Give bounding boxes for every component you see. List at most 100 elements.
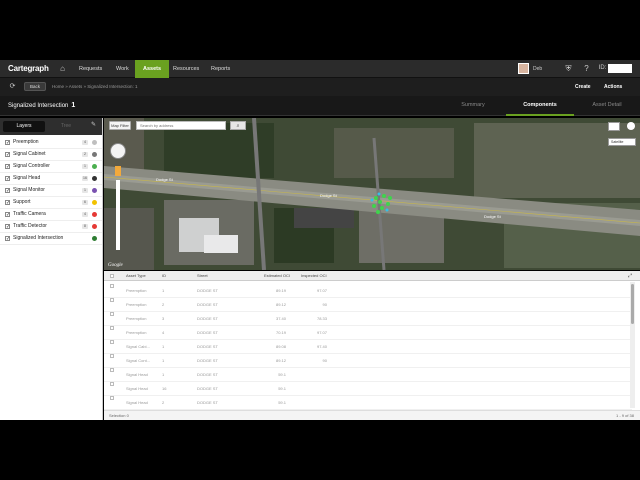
table-row[interactable]: Preemption 1 DODGE ST 89.19 97.07: [104, 284, 632, 298]
nav-requests[interactable]: Requests: [79, 60, 102, 78]
top-navbar: Cartegraph ⌂ Requests Work Assets Resour…: [0, 60, 640, 78]
back-button[interactable]: Back: [24, 82, 46, 91]
row-checkbox[interactable]: [110, 340, 114, 344]
tab-summary[interactable]: Summary: [448, 96, 498, 116]
nav-work[interactable]: Work: [116, 60, 129, 78]
app-logo[interactable]: Cartegraph: [8, 64, 49, 73]
table-cell: 59.1: [278, 372, 286, 377]
tab-layers[interactable]: Layers: [3, 121, 45, 132]
table-row[interactable]: Signal Cont... 1 DODGE ST 89.12 90: [104, 354, 632, 368]
row-checkbox[interactable]: [110, 312, 114, 316]
table-cell: 90: [322, 358, 327, 363]
layer-name: Traffic Camera: [13, 211, 46, 217]
row-checkbox[interactable]: [110, 396, 114, 400]
fullscreen-icon[interactable]: [608, 122, 620, 131]
layer-checkbox[interactable]: ✓: [5, 224, 10, 230]
nav-assets[interactable]: Assets: [135, 60, 170, 78]
layer-checkbox[interactable]: ✓: [5, 140, 10, 146]
search-button[interactable]: ⌕: [230, 121, 246, 130]
layer-item[interactable]: ✓ Signalized Intersection: [0, 233, 102, 245]
table-cell: Preemption: [126, 330, 147, 335]
layer-count-badge: 1: [82, 188, 88, 193]
select-all-checkbox[interactable]: [110, 274, 114, 278]
layer-checkbox[interactable]: ✓: [5, 176, 10, 182]
column-header[interactable]: ID: [162, 271, 166, 281]
table-row[interactable]: Preemption 2 DODGE ST 89.12 90: [104, 298, 632, 312]
layer-item[interactable]: ✓ Preemption 4: [0, 137, 102, 149]
tab-tree[interactable]: Tree: [48, 121, 84, 132]
avatar[interactable]: [518, 63, 529, 74]
user-name[interactable]: Deb: [533, 60, 542, 78]
breadcrumb[interactable]: Home » Assets » Signalized Intersection:…: [52, 78, 138, 96]
table-cell: 97.40: [316, 344, 327, 349]
pager[interactable]: 1 - 9 of 38: [616, 411, 634, 421]
row-checkbox[interactable]: [110, 284, 114, 288]
table-row[interactable]: Preemption 3 DODGE ST 37.40 78.33: [104, 312, 632, 326]
table-cell: Signal Head: [126, 372, 148, 377]
table-cell: 1: [162, 344, 165, 349]
zoom-slider[interactable]: [116, 180, 120, 250]
refresh-icon[interactable]: ⟳: [8, 82, 17, 91]
expand-icon[interactable]: ⤢: [628, 271, 632, 281]
layer-name: Signal Cabinet: [13, 151, 46, 157]
nav-reports[interactable]: Reports: [211, 60, 230, 78]
layer-checkbox[interactable]: ✓: [5, 188, 10, 194]
table-row[interactable]: Signal Head 1 DODGE ST 59.1: [104, 368, 632, 382]
table-cell: Signal Cont...: [126, 358, 151, 363]
layer-name: Signal Head: [13, 175, 41, 181]
table-cell: 97.07: [316, 330, 327, 335]
layer-item[interactable]: ✓ Traffic Camera 4: [0, 209, 102, 221]
table-cell: DODGE ST: [197, 358, 218, 363]
table-cell: Signal Head: [126, 386, 148, 391]
layer-item[interactable]: ✓ Signal Head 16: [0, 173, 102, 185]
row-checkbox[interactable]: [110, 354, 114, 358]
page-title: Signalized Intersection 1: [8, 102, 76, 109]
table-cell: DODGE ST: [197, 400, 218, 405]
shield-icon[interactable]: ⛨: [564, 64, 573, 73]
table-row[interactable]: Preemption 4 DODGE ST 70.19 97.07: [104, 326, 632, 340]
address-search-input[interactable]: [136, 121, 226, 130]
column-header[interactable]: Estimated OCI: [264, 271, 290, 281]
layer-item[interactable]: ✓ Signal Monitor 1: [0, 185, 102, 197]
layer-checkbox[interactable]: ✓: [5, 200, 10, 206]
column-header[interactable]: Street: [197, 271, 208, 281]
row-checkbox[interactable]: [110, 298, 114, 302]
nav-resources[interactable]: Resources: [173, 60, 199, 78]
layer-checkbox[interactable]: ✓: [5, 236, 10, 242]
layer-item[interactable]: ✓ Signal Controller 1: [0, 161, 102, 173]
column-header[interactable]: Inspected OCI: [301, 271, 327, 281]
table-cell: 3: [162, 316, 165, 321]
layer-item[interactable]: ✓ Support 6: [0, 197, 102, 209]
pan-control[interactable]: [110, 143, 126, 159]
row-checkbox[interactable]: [110, 326, 114, 330]
map-view[interactable]: Dodge St Dodge St Dodge St Google Map Fi…: [104, 118, 640, 270]
id-search-input[interactable]: [608, 64, 632, 73]
column-header[interactable]: Asset Type: [126, 271, 146, 281]
table-cell: DODGE ST: [197, 372, 218, 377]
map-type-select[interactable]: Satellite: [608, 138, 636, 146]
layer-item[interactable]: ✓ Traffic Detector 8: [0, 221, 102, 233]
actions-menu[interactable]: Actions: [604, 78, 622, 96]
settings-icon[interactable]: [627, 122, 635, 130]
table-row[interactable]: Signal Cabi... 1 DODGE ST 89.08 97.40: [104, 340, 632, 354]
tab-components[interactable]: Components: [506, 96, 574, 116]
layer-checkbox[interactable]: ✓: [5, 164, 10, 170]
row-checkbox[interactable]: [110, 368, 114, 372]
map-filter-button[interactable]: Map Filter: [109, 121, 131, 130]
layer-item[interactable]: ✓ Signal Cabinet 2: [0, 149, 102, 161]
help-icon[interactable]: ?: [582, 64, 591, 73]
table-row[interactable]: Signal Head 16 DODGE ST 59.1: [104, 382, 632, 396]
tab-asset-detail[interactable]: Asset Detail: [580, 96, 634, 116]
row-checkbox[interactable]: [110, 382, 114, 386]
layer-color-swatch: [92, 200, 97, 205]
table-scrollbar[interactable]: [630, 282, 635, 408]
satellite-map[interactable]: Dodge St Dodge St Dodge St Google: [104, 118, 640, 270]
street-view-icon[interactable]: [115, 166, 121, 176]
table-row[interactable]: Signal Head 2 DODGE ST 59.1: [104, 396, 632, 410]
create-menu[interactable]: Create: [575, 78, 591, 96]
edit-icon[interactable]: ✎: [91, 121, 96, 128]
layer-checkbox[interactable]: ✓: [5, 152, 10, 158]
layer-name: Signal Monitor: [13, 187, 45, 193]
home-icon[interactable]: ⌂: [58, 64, 67, 73]
layer-checkbox[interactable]: ✓: [5, 212, 10, 218]
